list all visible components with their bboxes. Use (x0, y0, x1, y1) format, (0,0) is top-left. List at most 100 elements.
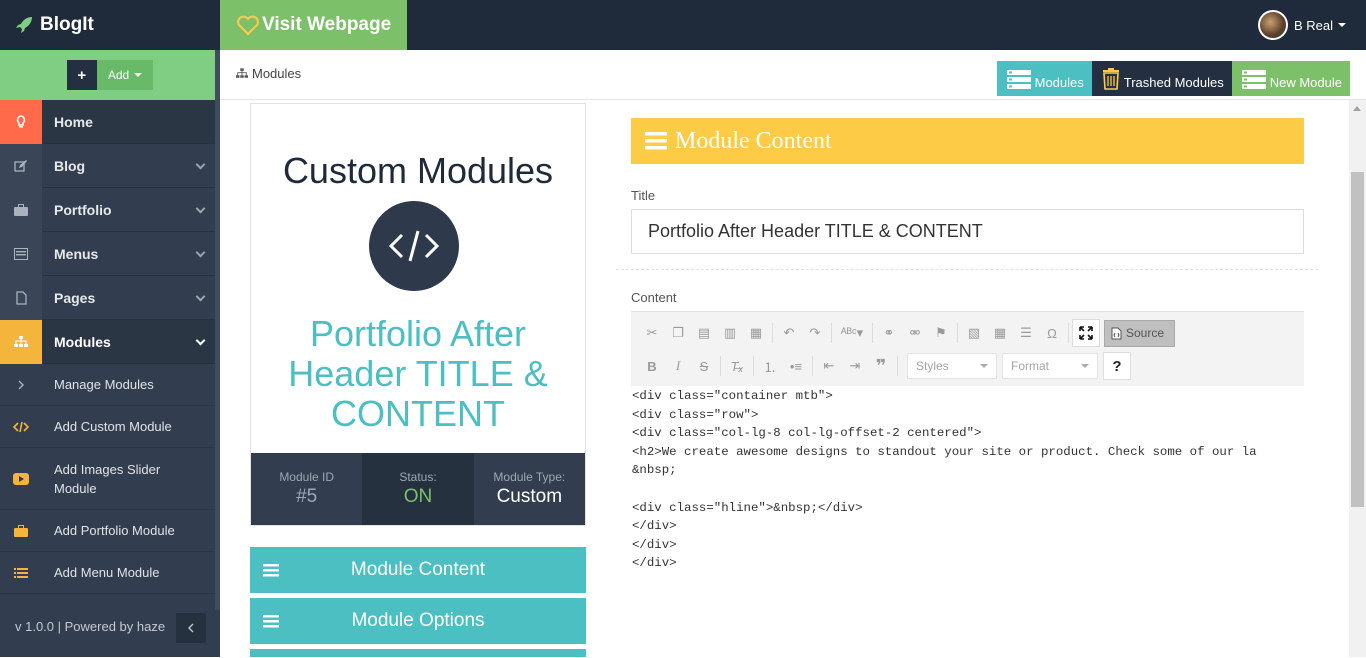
modules-button-label: Modules (1034, 75, 1084, 90)
title-label: Title (631, 188, 656, 203)
image-icon[interactable]: ▧ (961, 320, 987, 346)
user-name: B Real (1293, 17, 1333, 33)
sidebar-item-portfolio[interactable]: Portfolio (0, 187, 216, 232)
breadcrumb-current[interactable]: Modules (252, 66, 301, 81)
sidebar-subitem-manage-modules[interactable]: Manage Modules (0, 364, 216, 406)
link-icon[interactable]: ⚭ (876, 320, 902, 346)
sidebar-subitem-add-images-slider[interactable]: Add Images Slider Module (0, 448, 216, 510)
brand-logo[interactable]: BlogIt (0, 0, 220, 50)
content-label: Content (631, 290, 677, 305)
chevron-down-icon (195, 247, 206, 258)
briefcase-icon (0, 187, 42, 232)
sidebar-item-menus[interactable]: Menus (0, 231, 216, 276)
strikethrough-icon[interactable]: S (691, 353, 717, 379)
bulleted-list-icon[interactable]: •≡ (783, 353, 809, 379)
format-select[interactable]: Format (1002, 353, 1098, 379)
content-editor: ✂ ❐ ▤ ▥ ▦ ↶ ↷ ᴬᴮᶜ▾ ⚭ ⚮ ⚑ ▧ ▦ ☰ Ω Source … (631, 311, 1304, 658)
remove-format-icon[interactable]: T̶ₓ (724, 353, 750, 379)
bars-icon (263, 615, 279, 628)
source-button[interactable]: Source (1104, 319, 1176, 347)
caret-down-icon (1338, 23, 1346, 27)
chevron-down-icon (195, 335, 206, 346)
redo-icon[interactable]: ↷ (802, 320, 828, 346)
blockquote-icon[interactable]: ❞ (868, 353, 894, 379)
separator (957, 323, 958, 343)
visit-webpage-button[interactable]: Visit Webpage (220, 0, 407, 50)
sidebar-item-modules[interactable]: Modules (0, 319, 216, 364)
source-icon (1111, 327, 1122, 339)
scrollbar-thumb[interactable] (1351, 172, 1364, 507)
copy-icon[interactable]: ❐ (665, 320, 691, 346)
numbered-list-icon[interactable]: ⒈ (757, 353, 783, 379)
unlink-icon[interactable]: ⚮ (902, 320, 928, 346)
stat-module-type: Module Type: Custom (473, 453, 585, 525)
sidebar-item-label: Pages (54, 289, 96, 306)
trashed-modules-button[interactable]: Trashed Modules (1091, 61, 1232, 96)
sidebar-subitem-add-menu-module[interactable]: Add Menu Module (0, 552, 216, 594)
top-bar: BlogIt Visit Webpage B Real (0, 0, 1366, 50)
modules-button[interactable]: Modules (996, 61, 1092, 96)
scroll-up-icon[interactable] (1353, 106, 1361, 111)
table-icon[interactable]: ▦ (987, 320, 1013, 346)
sidebar-item-home[interactable]: Home (0, 99, 216, 144)
stat-status: Status: ON (362, 453, 474, 525)
add-dropdown[interactable]: Add (96, 60, 154, 90)
stat-label: Status: (399, 470, 437, 484)
chevron-down-icon (195, 159, 206, 170)
cut-icon[interactable]: ✂ (639, 320, 665, 346)
sidebar-scrollbar[interactable] (215, 50, 220, 610)
stat-value: Custom (496, 486, 563, 507)
sidebar-footer: v 1.0.0 | Powered by haze (0, 595, 220, 657)
page-scrollbar[interactable] (1349, 100, 1366, 657)
caret-down-icon (1081, 364, 1089, 368)
sidebar-subitem-label: Add Menu Module (54, 565, 160, 580)
trash-icon (1102, 68, 1119, 90)
list-icon (0, 567, 42, 579)
next-tab[interactable] (250, 649, 586, 657)
maximize-icon[interactable] (1072, 319, 1100, 347)
module-content-tab-label: Module Content (350, 559, 486, 580)
sidebar: + Add Home Blog Portfolio Menus Pages Mo… (0, 50, 220, 657)
add-button[interactable]: + Add (66, 60, 154, 90)
collapse-sidebar-button[interactable] (176, 613, 206, 643)
bold-icon[interactable]: B (639, 353, 665, 379)
new-module-label: New Module (1269, 75, 1342, 90)
source-code-area[interactable] (631, 386, 1304, 658)
horizontal-line-icon[interactable]: ☰ (1013, 320, 1039, 346)
code-icon (0, 421, 42, 433)
separator (897, 356, 898, 376)
sidebar-item-blog[interactable]: Blog (0, 143, 216, 188)
divider (616, 269, 1318, 270)
outdent-icon[interactable]: ⇤ (816, 353, 842, 379)
breadcrumb: Modules (236, 66, 301, 81)
italic-icon[interactable]: I (665, 353, 691, 379)
editor-toolbar-row-2: B I S T̶ₓ ⒈ •≡ ⇤ ⇥ ❞ Styles Format ? (639, 352, 1131, 380)
paste-word-icon[interactable]: ▦ (743, 320, 769, 346)
brand-name: BlogIt (40, 14, 94, 35)
youtube-icon (0, 472, 42, 485)
indent-icon[interactable]: ⇥ (842, 353, 868, 379)
paste-icon[interactable]: ▤ (691, 320, 717, 346)
title-field[interactable] (631, 209, 1304, 254)
styles-select[interactable]: Styles (907, 353, 997, 379)
paste-text-icon[interactable]: ▥ (717, 320, 743, 346)
separator (872, 323, 873, 343)
bulb-icon (0, 99, 42, 144)
help-button[interactable]: ? (1103, 352, 1131, 380)
undo-icon[interactable]: ↶ (776, 320, 802, 346)
source-label: Source (1126, 326, 1165, 340)
sidebar-subitem-add-portfolio-module[interactable]: Add Portfolio Module (0, 510, 216, 552)
new-module-button[interactable]: New Module (1231, 61, 1350, 96)
format-label: Format (1011, 359, 1050, 373)
user-menu[interactable]: B Real (1257, 10, 1346, 40)
special-char-icon[interactable]: Ω (1039, 320, 1065, 346)
sidebar-item-pages[interactable]: Pages (0, 275, 216, 320)
sidebar-subitem-add-custom-module[interactable]: Add Custom Module (0, 406, 216, 448)
spellcheck-icon[interactable]: ᴬᴮᶜ▾ (835, 320, 869, 346)
sidebar-item-label: Home (54, 113, 93, 130)
bars-icon (645, 132, 667, 150)
anchor-flag-icon[interactable]: ⚑ (928, 320, 954, 346)
module-options-tab[interactable]: Module Options (250, 598, 586, 644)
module-content-tab[interactable]: Module Content (250, 547, 586, 593)
panel-title: Module Content (675, 127, 832, 154)
